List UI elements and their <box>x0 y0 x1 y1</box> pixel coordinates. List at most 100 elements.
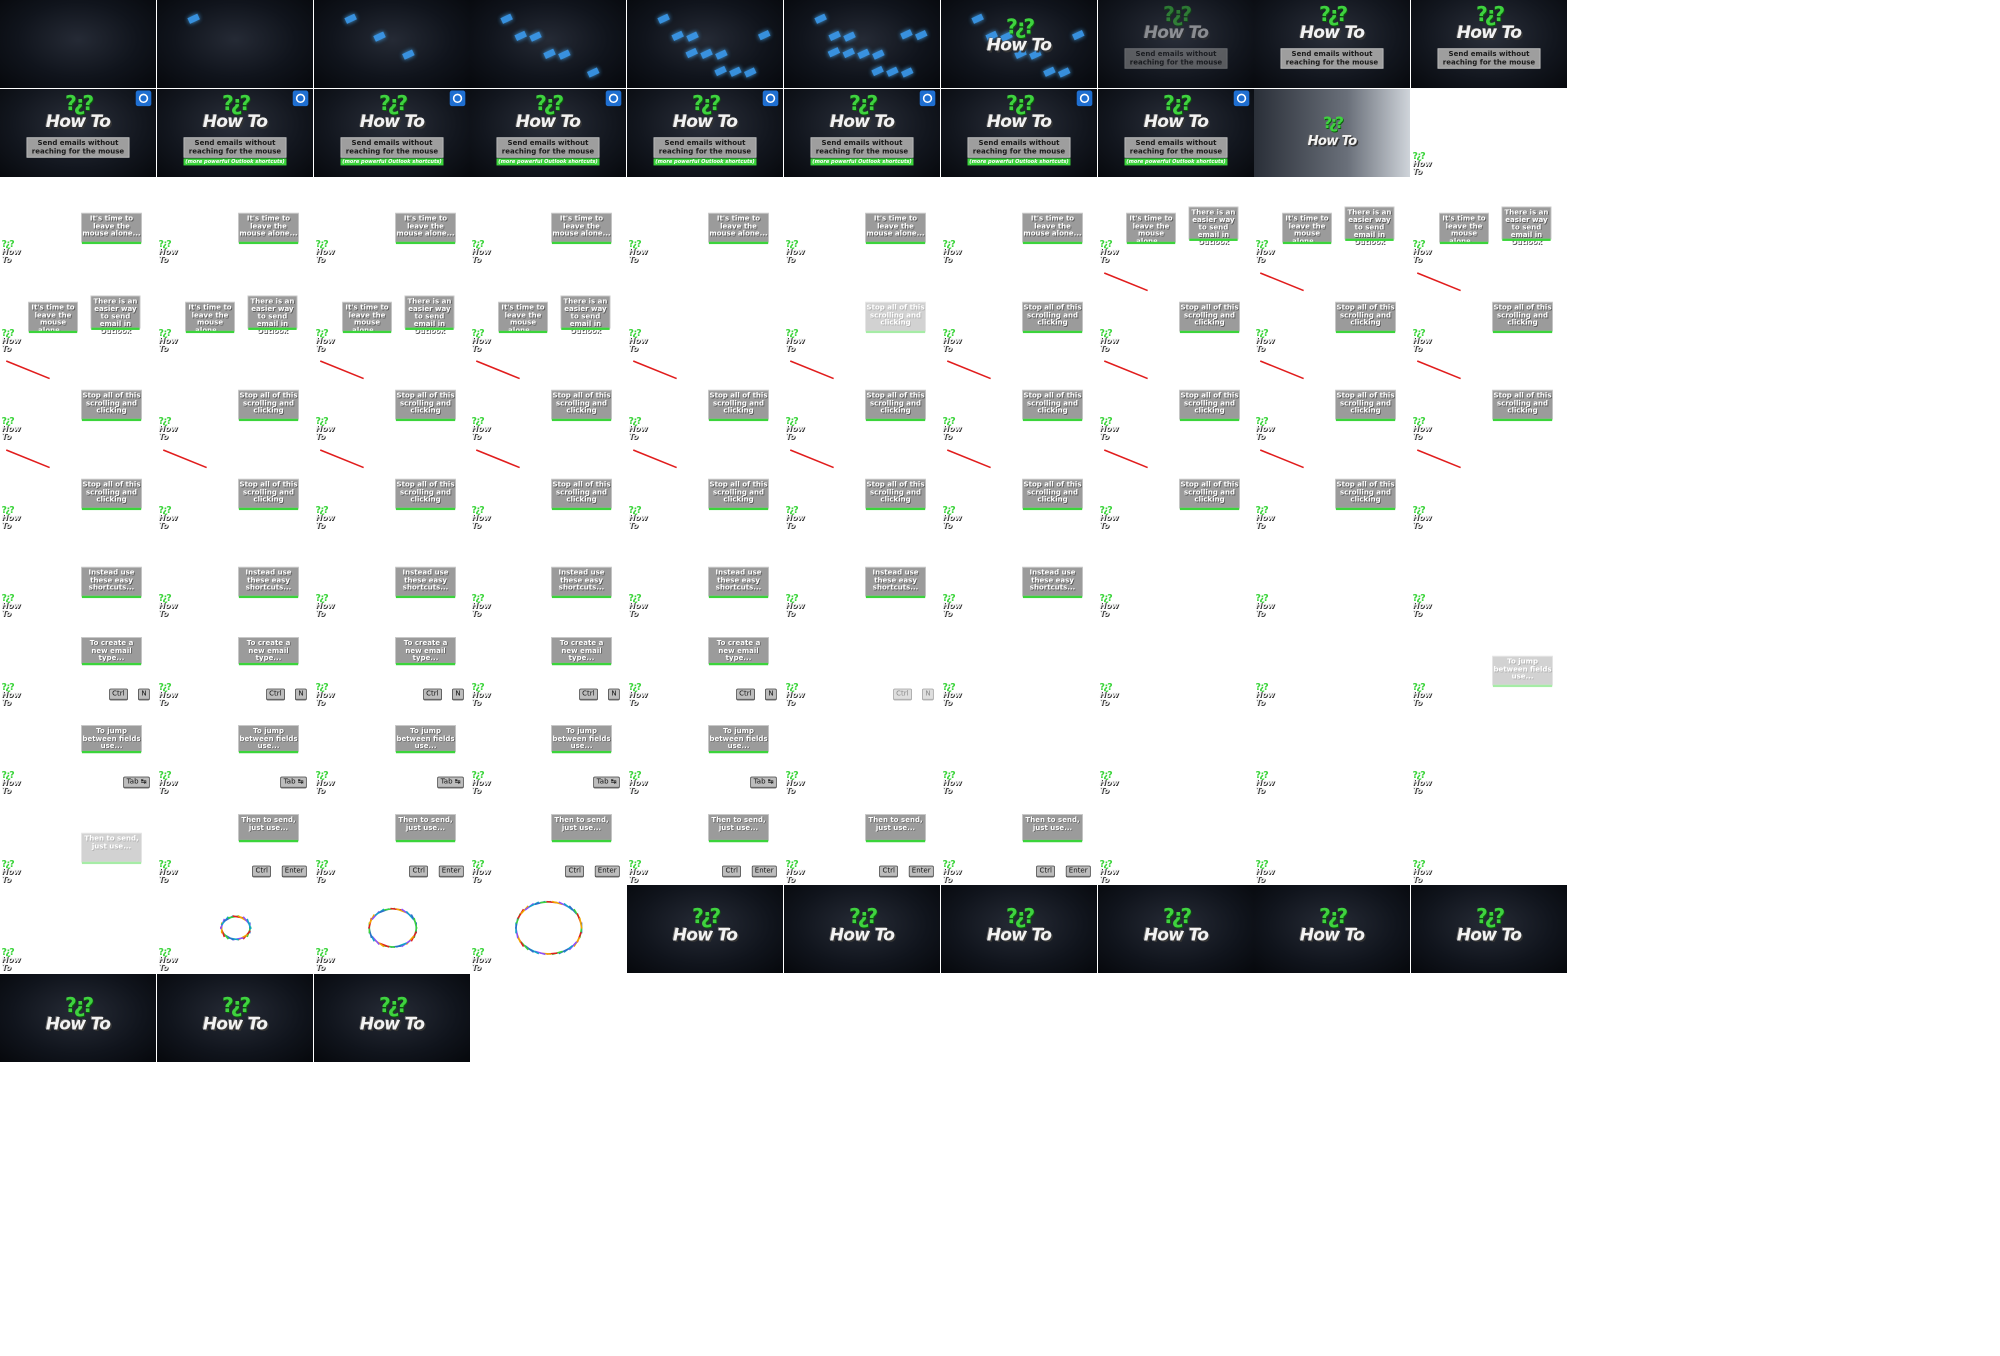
caption-easier-way: There is an easier way to send email in … <box>560 295 611 335</box>
frame-content <box>314 0 470 88</box>
shortcut-keys: Ctrl + Enter <box>565 865 621 877</box>
caption-underline <box>404 327 454 330</box>
caption-text: To jump between fields use... <box>552 727 612 751</box>
video-frame: ?¿? How To Send emails without reaching fo… <box>156 88 313 177</box>
caption-underline <box>1126 241 1175 245</box>
video-frame: ?¿? How To <box>1254 708 1411 796</box>
red-pointer-arrow <box>1103 448 1148 468</box>
corner-logo-text: How To <box>942 601 962 619</box>
corner-logo-text: How To <box>628 336 648 353</box>
corner-logo-text: How To <box>471 336 492 353</box>
frame-content: Then to send, just use... Ctrl + Enter ?¿? Ho… <box>470 797 626 885</box>
frame-content: ?¿? How To <box>941 0 1097 88</box>
video-frame: ?¿? How To Send emails without reaching fo… <box>1254 0 1411 88</box>
corner-logo: ?¿? How To <box>472 682 503 707</box>
logo-text: How To <box>202 1014 268 1034</box>
caption-underline <box>81 241 142 245</box>
caption-text: Stop all of this scrolling and clicking <box>1180 303 1239 327</box>
corner-logo: ?¿? How To <box>2 239 33 264</box>
caption-easy-shortcuts: Instead use these easy shortcuts... <box>865 566 926 599</box>
light-streak <box>657 13 671 24</box>
video-frame: To jump between fields use... Tab ↹ ?¿? How… <box>313 708 470 796</box>
corner-logo: ?¿? How To <box>1256 770 1287 795</box>
caption-text: To jump between fields use... <box>239 727 298 751</box>
caption-underline <box>238 750 298 754</box>
corner-logo-text: How To <box>1255 778 1276 796</box>
caption-jump-fields: To jump between fields use... <box>237 725 299 754</box>
corner-logo-marks-icon: ?¿? <box>1412 858 1426 870</box>
frame-content: It's time to leave the mouse alone... ?¿?… <box>627 177 783 265</box>
frame-content: Then to send, just use... ?¿? How To <box>0 797 156 885</box>
caption-underline <box>342 330 391 333</box>
caption-leave-mouse: It's time to leave the mouse alone... <box>1125 212 1176 245</box>
caption-text: Then to send, just use... <box>241 816 296 832</box>
corner-logo: ?¿? How To <box>1413 682 1444 707</box>
enter-key: Enter <box>751 865 777 877</box>
light-streak <box>187 13 200 24</box>
caption-underline <box>865 330 926 333</box>
corner-logo: ?¿? How To <box>472 328 503 353</box>
corner-logo-text: How To <box>1 513 21 530</box>
caption-underline <box>28 330 78 333</box>
caption-stop-scrolling: Stop all of this scrolling and clicking <box>237 389 299 422</box>
video-frame: Stop all of this scrolling and clicking?… <box>313 354 470 442</box>
video-frame: ?¿? How To Send emails without reaching fo… <box>627 88 784 177</box>
enter-key: Enter <box>438 865 464 877</box>
tab-key: Tab ↹ <box>123 776 150 789</box>
red-pointer-arrow <box>1417 271 1462 291</box>
corner-logo: ?¿? How To <box>2 505 33 530</box>
outlook-icon-ring <box>1079 93 1089 103</box>
caption-underline <box>1493 418 1553 422</box>
caption-text: To create a new email type... <box>246 639 291 662</box>
light-streak <box>758 29 771 41</box>
logo-question-marks-icon: ?¿? <box>1319 905 1348 929</box>
corner-logo: ?¿? How To <box>1256 416 1287 441</box>
caption-text: Then to send, just use... <box>868 816 923 832</box>
logo-question-marks-icon: ?¿? <box>849 91 878 116</box>
frame-content: To create a new email type... Ctrl + N ?¿? Ho… <box>157 620 313 708</box>
plus-sign: + <box>1057 867 1064 875</box>
caption-easy-shortcuts: Instead use these easy shortcuts... <box>708 566 770 599</box>
corner-logo-marks-icon: ?¿? <box>158 681 171 693</box>
caption-leave-mouse: It's time to leave the mouse alone... <box>394 212 456 245</box>
video-frame: To create a new email type... Ctrl + N ?¿? Ho… <box>0 619 156 708</box>
caption-leave-mouse: It's time to leave the mouse alone... <box>28 301 78 334</box>
caption-underline <box>709 241 769 245</box>
how-to-logo: ?¿? How To <box>1254 112 1410 149</box>
frame-content: Stop all of this scrolling and clicking?… <box>941 354 1097 442</box>
caption-text: Then to send, just use... <box>1025 816 1080 832</box>
ctrl-key: Ctrl <box>108 688 128 700</box>
corner-logo-text: How To <box>471 601 492 619</box>
corner-logo: ?¿? How To <box>1413 328 1444 353</box>
logo-text: How To <box>829 925 895 946</box>
corner-logo-marks-icon: ?¿? <box>942 681 955 693</box>
shortcut-keys: Ctrl + Enter <box>722 865 777 877</box>
video-frame: ?¿? How To <box>156 885 313 973</box>
video-frame <box>627 0 784 88</box>
caption-stop-scrolling: Stop all of this scrolling and clicking <box>1335 301 1397 333</box>
light-streak <box>814 13 827 24</box>
corner-logo: ?¿? How To <box>472 593 503 618</box>
caption-stop-scrolling: Stop all of this scrolling and clicking <box>1335 478 1397 510</box>
video-frame: To jump between fields use... ?¿? How To <box>1411 619 1568 708</box>
caption-then-send: Then to send, just use... <box>1021 813 1083 842</box>
ctrl-key: Ctrl <box>265 688 285 700</box>
corner-logo-text: How To <box>315 955 335 973</box>
logo-question-marks-icon: ?¿? <box>849 905 878 929</box>
corner-logo-marks-icon: ?¿? <box>1412 681 1426 693</box>
corner-logo: ?¿? How To <box>158 239 189 264</box>
how-to-logo: ?¿? How To <box>1254 5 1410 42</box>
frame-content: Instead use these easy shortcuts... ?¿? Ho… <box>470 531 626 619</box>
frame-content: Then to send, just use... Ctrl + Enter ?¿? Ho… <box>784 797 940 885</box>
light-streak <box>1057 67 1071 78</box>
video-frame: ?¿? How To <box>940 0 1097 88</box>
plus-sign: + <box>130 690 136 698</box>
logo-question-marks-icon: ?¿? <box>1476 905 1505 929</box>
corner-logo-marks-icon: ?¿? <box>1 681 15 693</box>
logo-question-marks-icon: ?¿? <box>1005 905 1035 929</box>
video-frame: Stop all of this scrolling and clicking?… <box>0 442 156 531</box>
frame-content: Stop all of this scrolling and clicking?… <box>0 354 156 442</box>
outlook-icon <box>1076 90 1093 106</box>
corner-logo: ?¿? How To <box>2 859 33 884</box>
corner-logo-marks-icon: ?¿? <box>315 681 328 693</box>
